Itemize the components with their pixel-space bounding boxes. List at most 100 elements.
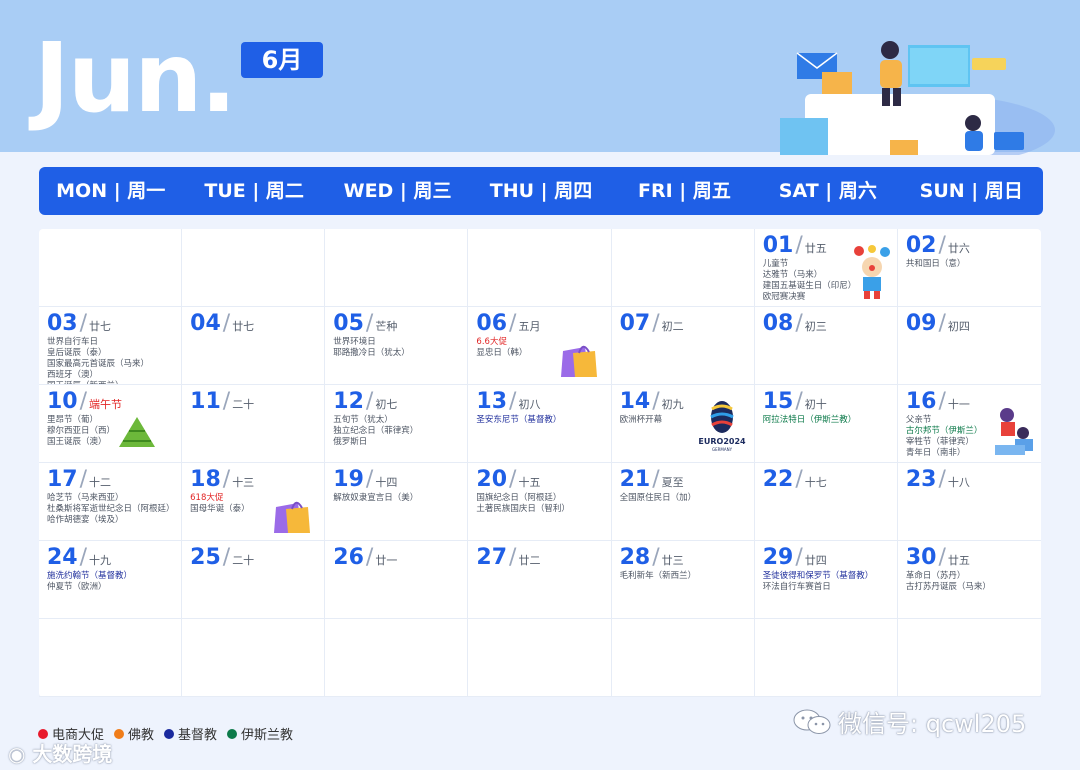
day-number: 01 xyxy=(762,233,794,258)
day-number: 19 xyxy=(333,467,364,492)
event-item: 世界环境日 xyxy=(333,337,376,347)
event-item: 世界自行车日 xyxy=(47,337,99,347)
day-cell[interactable]: 21/夏至 全国原住民日（加） xyxy=(611,463,755,541)
day-cell[interactable]: 26/廿一 xyxy=(325,541,469,619)
event-item: 国旗纪念日（阿根廷） xyxy=(476,493,562,503)
legend-label: 伊斯兰教 xyxy=(241,728,294,743)
day-header: 23/十八 xyxy=(906,467,1041,493)
day-number: 26 xyxy=(333,545,364,570)
lunar-date: 廿三 xyxy=(661,554,684,567)
day-number: 27 xyxy=(476,545,508,570)
day-cell[interactable]: 11/二十 xyxy=(182,385,326,463)
slash-divider: / xyxy=(652,311,660,336)
event-item: 西班牙（澳） xyxy=(47,370,99,380)
day-header: 08/初三 xyxy=(763,311,897,337)
lunar-date: 芒种 xyxy=(375,320,398,333)
day-number: 06 xyxy=(476,311,508,336)
empty-cell xyxy=(468,229,612,307)
empty-cell xyxy=(897,619,1041,697)
day-number: 16 xyxy=(905,389,937,414)
day-cell[interactable]: 06/五月 6.6大促 显忠日（韩） xyxy=(468,307,612,385)
day-cell[interactable]: 12/初七 五旬节（犹太） 独立纪念日（菲律宾） 俄罗斯日 xyxy=(325,385,469,463)
slash-divider: / xyxy=(222,545,231,570)
lunar-date: 十三 xyxy=(232,476,255,489)
legend-dot xyxy=(114,728,125,739)
event-item: 全国原住民日（加） xyxy=(619,493,697,503)
slash-divider: / xyxy=(652,545,660,570)
day-number: 11 xyxy=(190,389,221,414)
day-header: 11/二十 xyxy=(190,389,324,415)
wechat-icon xyxy=(793,709,831,734)
lunar-date: 廿一 xyxy=(375,554,398,567)
day-cell[interactable]: 24/十九 施洗约翰节（基督教） 仲夏节（欧洲） xyxy=(39,541,183,619)
event-item: 毛利新年（新西兰） xyxy=(619,571,697,581)
legend-dot xyxy=(164,728,175,739)
day-cell[interactable]: 07/初二 xyxy=(611,307,755,385)
day-cell[interactable]: 10/端午节 里昂节（葡） 穆尔西亚日（西） 国王诞辰（澳） xyxy=(39,385,183,463)
day-cell[interactable]: 15/初十 阿拉法特日（伊斯兰教） xyxy=(754,385,898,463)
day-header: 04/廿七 xyxy=(190,311,324,337)
day-cell[interactable]: 14/初九 欧洲杯开幕 EURO2024 GERMANY xyxy=(611,385,755,463)
slash-divider: / xyxy=(79,467,88,492)
day-number: 17 xyxy=(47,467,78,492)
weekday-label: SUN | 周日 xyxy=(919,180,1023,202)
weibo-icon: ◉ xyxy=(8,742,26,766)
day-cell[interactable]: 04/廿七 xyxy=(182,307,326,385)
day-cell[interactable]: 25/二十 xyxy=(182,541,326,619)
lunar-date: 十九 xyxy=(89,554,112,567)
day-cell[interactable]: 03/廿七世界自行车日皇后诞辰（泰）国家最高元首诞辰（马来）西班牙（澳）国王诞辰… xyxy=(39,307,183,385)
day-cell[interactable]: 30/廿五 革命日（苏丹） 古打苏丹诞辰（马来） xyxy=(897,541,1041,619)
day-header: 28/廿三 xyxy=(620,545,754,571)
slash-divider: / xyxy=(938,467,946,492)
event-item: 独立纪念日（菲律宾） xyxy=(333,426,419,436)
day-cell[interactable]: 13/初八 圣安东尼节（基督教） xyxy=(468,385,612,463)
slash-divider: / xyxy=(365,467,374,492)
day-cell[interactable]: 28/廿三 毛利新年（新西兰） xyxy=(611,541,755,619)
svg-text:GERMANY: GERMANY xyxy=(712,447,733,452)
slash-divider: / xyxy=(938,233,946,258)
day-cell[interactable]: 02/廿六 共和国日（意） xyxy=(897,229,1041,307)
watermark-right-text: 微信号: qcwl205 xyxy=(838,710,1027,738)
day-cell[interactable]: 19/十四 解放奴隶宣言日（美） xyxy=(325,463,469,541)
day-number: 23 xyxy=(905,467,937,492)
weekday-label: SAT | 周六 xyxy=(778,180,877,202)
day-cell[interactable]: 08/初三 xyxy=(754,307,898,385)
legend-item: 基督教 xyxy=(164,724,217,743)
day-number: 29 xyxy=(762,545,794,570)
empty-cell xyxy=(611,619,755,697)
day-cell[interactable]: 17/十二 哈芝节（马来西亚） 杜桑斯将军逝世纪念日（阿根廷） 哈作胡德宴（埃及） xyxy=(39,463,183,541)
day-header: 30/廿五 xyxy=(906,545,1041,571)
day-cell[interactable]: 27/廿二 xyxy=(468,541,612,619)
day-cell[interactable]: 20/十五 国旗纪念日（阿根廷） 土著民族国庆日（智利） xyxy=(468,463,612,541)
day-cell[interactable]: 01/廿五 儿童节 达雅节（马来） 建国五基诞生日（印尼） 欧冠赛决赛 xyxy=(754,229,898,307)
lunar-date: 五月 xyxy=(518,320,541,333)
day-number: 07 xyxy=(619,311,651,336)
event-item: 革命日（苏丹） xyxy=(905,571,966,581)
event-item: 施洗约翰节（基督教） xyxy=(47,571,133,581)
day-cell[interactable]: 18/十三 618大促 国母华诞（泰） xyxy=(182,463,326,541)
event-item: 俄罗斯日 xyxy=(333,437,368,447)
slash-divider: / xyxy=(222,467,231,492)
day-cell[interactable]: 29/廿四 圣徒彼得和保罗节（基督教） 环法自行车赛首日 xyxy=(754,541,898,619)
day-header: 07/初二 xyxy=(620,311,754,337)
lunar-date: 初七 xyxy=(375,398,398,411)
legend-label: 佛教 xyxy=(128,728,155,743)
slash-divider: / xyxy=(509,389,517,414)
day-cell[interactable]: 23/十八 xyxy=(897,463,1041,541)
lunar-date: 十二 xyxy=(89,476,112,489)
day-cell[interactable]: 05/芒种 世界环境日 耶路撒冷日（犹太） xyxy=(325,307,469,385)
day-number: 08 xyxy=(762,311,794,336)
lunar-date: 十七 xyxy=(804,476,827,489)
lunar-date: 初十 xyxy=(804,398,827,411)
day-cell[interactable]: 16/十一 父亲节 古尔邦节（伊斯兰） 宰牲节（菲律宾） 青年日（南非） xyxy=(897,385,1041,463)
legend-dot xyxy=(38,728,48,739)
day-number: 25 xyxy=(190,545,221,570)
office-illustration xyxy=(780,41,1055,155)
empty-cell xyxy=(182,619,326,697)
legend-label: 基督教 xyxy=(178,728,218,743)
slash-divider: / xyxy=(365,389,374,414)
day-header: 06/五月 xyxy=(476,311,610,337)
day-cell[interactable]: 22/十七 xyxy=(754,463,898,541)
slash-divider: / xyxy=(365,311,374,336)
day-cell[interactable]: 09/初四 xyxy=(897,307,1041,385)
